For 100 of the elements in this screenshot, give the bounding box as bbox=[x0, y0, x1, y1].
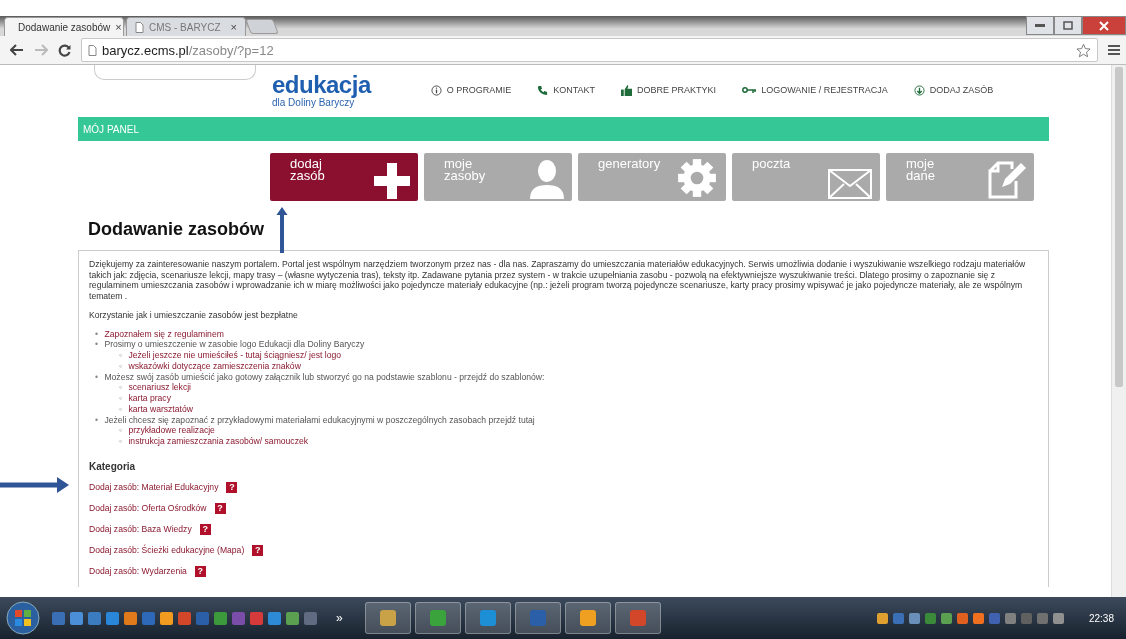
edit-icon bbox=[986, 159, 1026, 199]
app-icon[interactable] bbox=[160, 611, 173, 625]
category-link[interactable]: Dodaj zasób: Oferta Ośrodków bbox=[89, 502, 207, 514]
close-icon bbox=[1099, 20, 1109, 31]
phone-icon bbox=[537, 84, 549, 96]
app-icon bbox=[479, 610, 496, 626]
page-heading: Dodawanie zasobów bbox=[88, 219, 266, 240]
nav-link[interactable]: KONTAKT bbox=[537, 84, 596, 96]
tray-icon[interactable] bbox=[1004, 612, 1016, 624]
more-button[interactable]: » bbox=[336, 611, 343, 625]
nav-link[interactable]: O PROGRAMIE bbox=[430, 84, 512, 96]
minimize-button[interactable] bbox=[1026, 16, 1054, 35]
app-icon[interactable] bbox=[304, 611, 317, 625]
bullet: ◦ bbox=[119, 350, 123, 361]
nav-link[interactable]: DODAJ ZASÓB bbox=[913, 84, 994, 96]
category-link[interactable]: Dodaj zasób: Ścieżki edukacyjne (Mapa) bbox=[89, 544, 245, 556]
bullet: ◦ bbox=[119, 393, 123, 404]
app-icon bbox=[529, 610, 546, 626]
list-text: Możesz swój zasób umieścić jako gotowy załącznik lub stworzyć go na podstawie szablonu - przejdź do szablonów: bbox=[104, 371, 545, 382]
list-link[interactable]: przykładowe realizacje bbox=[128, 425, 215, 436]
app-icon[interactable] bbox=[178, 611, 191, 625]
thumbs-up-icon bbox=[621, 84, 633, 96]
new-tab-button[interactable] bbox=[245, 19, 279, 34]
tray-icon[interactable] bbox=[908, 612, 920, 624]
list-link[interactable]: karta warsztatów bbox=[128, 403, 193, 414]
app-icon[interactable] bbox=[124, 611, 137, 625]
tray-icon[interactable] bbox=[924, 612, 936, 624]
app-icon[interactable] bbox=[250, 611, 263, 625]
start-button[interactable] bbox=[6, 601, 40, 635]
menu-icon[interactable] bbox=[1108, 44, 1120, 56]
taskbar-button[interactable] bbox=[514, 602, 561, 634]
panel-tile[interactable]: dodaj zasób bbox=[270, 153, 418, 201]
category-link[interactable]: Dodaj zasób: Materiał Edukacyjny bbox=[89, 481, 219, 493]
app-icon bbox=[579, 610, 596, 626]
bullet: ◦ bbox=[119, 382, 123, 393]
tab-close-button[interactable]: × bbox=[230, 21, 237, 33]
nav-link[interactable]: LOGOWANIE / REJESTRACJA bbox=[742, 84, 888, 96]
app-icon[interactable] bbox=[214, 611, 227, 625]
bullet: • bbox=[95, 328, 98, 339]
help-button[interactable]: ? bbox=[226, 481, 238, 493]
taskbar-button[interactable] bbox=[564, 602, 611, 634]
list-link[interactable]: karta pracy bbox=[128, 393, 171, 404]
category-link[interactable]: Dodaj zasób: Wydarzenia bbox=[89, 565, 187, 577]
bullet: ◦ bbox=[119, 360, 123, 371]
minimize-icon bbox=[1035, 23, 1045, 28]
app-icon[interactable] bbox=[106, 611, 119, 625]
app-icon[interactable] bbox=[88, 611, 101, 625]
page-icon bbox=[135, 21, 144, 33]
site-logo[interactable]: edukacja dla Doliny Baryczy bbox=[272, 72, 371, 108]
close-button[interactable] bbox=[1082, 16, 1126, 35]
taskbar-button[interactable] bbox=[614, 602, 661, 634]
star-icon[interactable] bbox=[1076, 42, 1091, 58]
app-icon bbox=[429, 610, 446, 626]
scrollbar[interactable] bbox=[1111, 65, 1126, 597]
help-button[interactable]: ? bbox=[199, 523, 211, 535]
app-icon[interactable] bbox=[286, 611, 299, 625]
list-link[interactable]: Zapoznałem się z regulaminem bbox=[104, 328, 224, 339]
help-button[interactable]: ? bbox=[252, 544, 264, 556]
reload-icon[interactable] bbox=[58, 43, 71, 57]
intro-paragraph: Dziękujemy za zainteresowanie naszym portalem. Portal jest wspólnym narzędziem tworzonym przez nas - dla nas. Zapraszamy do umieszczania materiałów edukacyjnych. Serwis umożliwia dodanie i wyszukiwanie wszelkiego rodzaju materiałów takich jak: zdjęcia, scenariusze lekcji, mapy trasy – (własne wytyczenia tras), teksty itp. Zadawane pytania przez system - w trakcie uzupełniania zasobu - pozwolą na efektywniejsze wyszukiwanie treści. Dlatego prosimy o zapoznanie się z regulaminem umieszczania zasobów i wprowadzanie ich w miarę możliwości jako pojedyncze materiały edukacyjne (np.: jeżeli program tworzą pojedyncze scenariusze, karty pracy prosimy wpisywać je jako pojedyncze materiały, ale ze wspólnym tematem . bbox=[89, 259, 1027, 302]
address-bar[interactable]: barycz.ecms.pl/zasoby/?p=12 bbox=[81, 38, 1098, 62]
browser-tab[interactable]: CMS - BARYCZ × bbox=[126, 17, 246, 36]
list-link[interactable]: Jeżeli jeszcze nie umieściłeś - tutaj ściągniesz/ jest logo bbox=[128, 350, 341, 361]
annotation-arrow bbox=[275, 207, 289, 253]
taskbar-button[interactable] bbox=[364, 602, 411, 634]
bullet: • bbox=[95, 371, 98, 382]
category-link[interactable]: Dodaj zasób: Baza Wiedzy bbox=[89, 523, 192, 535]
list-link[interactable]: wskazówki dotyczące zamieszczenia znaków bbox=[128, 360, 301, 371]
key-icon bbox=[742, 86, 757, 94]
plus-icon bbox=[374, 163, 410, 199]
add-icon bbox=[913, 84, 925, 96]
bullet: ◦ bbox=[119, 436, 123, 446]
bullet: • bbox=[95, 414, 98, 425]
tray-icon[interactable] bbox=[940, 612, 952, 624]
app-icon[interactable] bbox=[70, 611, 83, 625]
tray-icon[interactable] bbox=[1052, 612, 1064, 624]
list-link[interactable]: instrukcja zamieszczania zasobów/ samouczek bbox=[128, 436, 309, 446]
bullet: ◦ bbox=[119, 425, 123, 436]
tray-icon[interactable] bbox=[1036, 612, 1048, 624]
envelope-icon bbox=[828, 169, 872, 199]
tray-icon[interactable] bbox=[956, 612, 968, 624]
tab-close-button[interactable]: × bbox=[115, 21, 122, 33]
browser-tab[interactable]: Dodawanie zasobów × bbox=[4, 17, 124, 36]
app-icon bbox=[629, 610, 646, 626]
info-text: Korzystanie jak i umieszczanie zasobów jest bezpłatne bbox=[89, 309, 299, 321]
maximize-button[interactable] bbox=[1054, 16, 1082, 35]
list-link[interactable]: scenariusz lekcji bbox=[128, 382, 191, 393]
app-icon[interactable] bbox=[52, 611, 65, 625]
tray-icon[interactable] bbox=[892, 612, 904, 624]
help-button[interactable]: ? bbox=[214, 502, 226, 514]
nav-link[interactable]: DOBRE PRAKTYKI bbox=[621, 84, 717, 96]
section-heading: Kategoria bbox=[89, 460, 137, 474]
taskbar-button[interactable] bbox=[464, 602, 511, 634]
back-icon[interactable] bbox=[10, 44, 24, 56]
app-icon[interactable] bbox=[268, 611, 281, 625]
help-button[interactable]: ? bbox=[194, 565, 206, 577]
tray-icon[interactable] bbox=[876, 612, 888, 624]
tray-icon[interactable] bbox=[972, 612, 984, 624]
taskbar-button[interactable] bbox=[414, 602, 461, 634]
clock: 22:38 bbox=[1088, 612, 1114, 624]
